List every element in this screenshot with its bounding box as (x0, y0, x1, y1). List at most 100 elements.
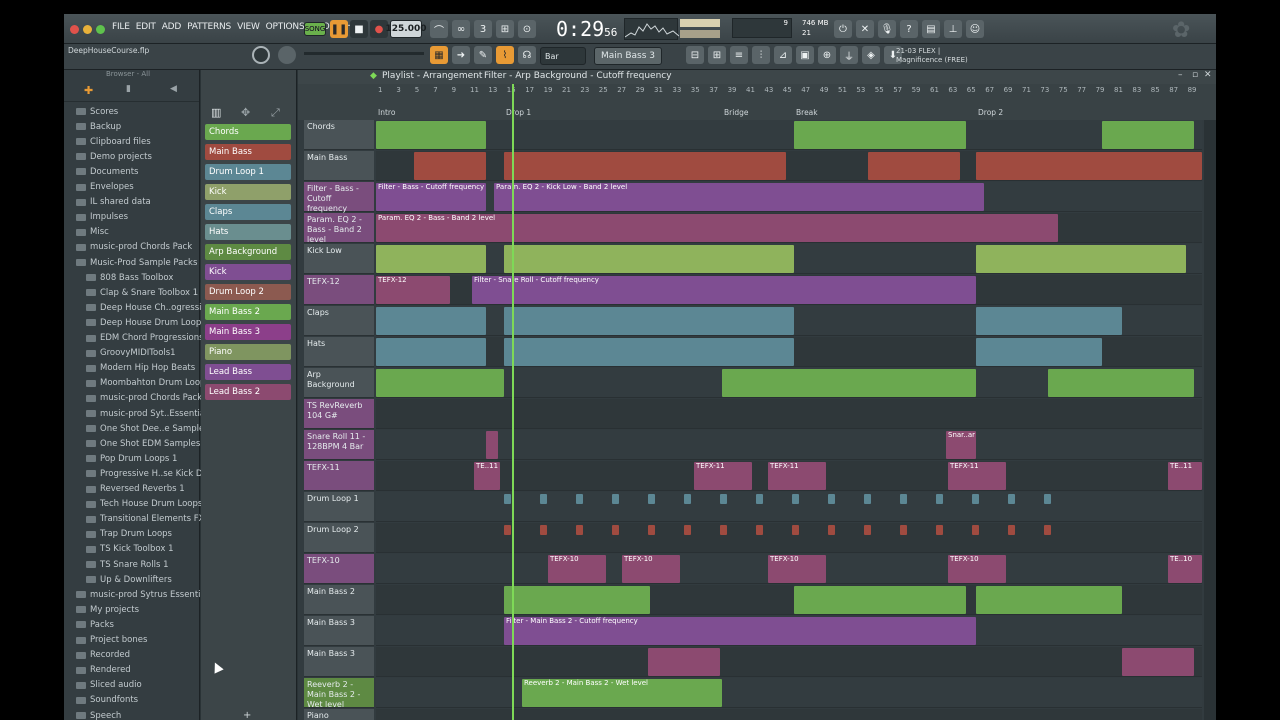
menu-file[interactable]: FILE (112, 22, 130, 32)
track-header[interactable]: Chords (304, 120, 374, 150)
plug-icon[interactable]: ⏚ (840, 46, 858, 64)
channel-button[interactable]: Lead Bass 2 (205, 384, 291, 400)
add-channel-icon[interactable]: + (243, 710, 251, 720)
browser-item[interactable]: Sliced audio (76, 678, 142, 693)
menu-edit[interactable]: EDIT (136, 22, 156, 32)
playlist-clip[interactable]: TE..11 (1168, 462, 1202, 490)
playlist-clip[interactable] (504, 152, 786, 180)
arrow-right-icon[interactable]: ➜ (452, 46, 470, 64)
playlist-clip[interactable] (868, 152, 960, 180)
track-header[interactable]: Reeverb 2 - Main Bass 2 - Wet level (304, 678, 374, 709)
channel-rack-icon[interactable]: ⊞ (708, 46, 726, 64)
channel-button[interactable]: Main Bass (205, 144, 291, 160)
song-mode-toggle[interactable]: SONG (304, 22, 326, 36)
playlist-clip[interactable] (936, 494, 943, 504)
browser-item[interactable]: music-prod Sytrus Essentials 1 (76, 587, 221, 602)
track-lane[interactable] (376, 492, 1202, 522)
playlist-clip[interactable] (720, 494, 727, 504)
playlist-clip[interactable] (504, 586, 650, 614)
playlist-clip[interactable] (756, 494, 763, 504)
master-pitch-knob[interactable] (278, 46, 296, 64)
browser-item[interactable]: music-prod Syt..Essentials 1 (86, 406, 220, 421)
track-lane[interactable] (376, 120, 1202, 150)
playlist-clip[interactable] (576, 494, 583, 504)
browser-item[interactable]: My projects (76, 602, 139, 617)
playlist-clip[interactable] (1044, 494, 1051, 504)
playlist-clip[interactable] (720, 525, 727, 535)
browser-item[interactable]: Pop Drum Loops 1 (86, 451, 177, 466)
track-header[interactable]: Param. EQ 2 - Bass - Band 2 level (304, 213, 374, 244)
automation-icon[interactable]: ⤢ (271, 106, 280, 120)
track-header[interactable]: Arp Background (304, 368, 374, 398)
playlist-clip[interactable] (936, 525, 943, 535)
playlist-clip[interactable] (576, 525, 583, 535)
track-header[interactable]: TEFX-11 (304, 461, 374, 491)
track-lane[interactable] (376, 647, 1202, 677)
browser-item[interactable]: TS Kick Toolbox 1 (86, 542, 174, 557)
playlist-clip[interactable]: Filter - Snare Roll - Cutoff frequency (472, 276, 976, 304)
channel-button[interactable]: Kick (205, 264, 291, 280)
draw-icon[interactable]: ✎ (474, 46, 492, 64)
playlist-clip[interactable] (612, 494, 619, 504)
track-header[interactable]: Main Bass (304, 151, 374, 181)
position-slider[interactable] (304, 52, 424, 55)
playlist-clip[interactable] (376, 338, 486, 366)
playlist-clip[interactable] (1122, 648, 1194, 676)
playlist-clip[interactable] (864, 525, 871, 535)
playlist-clip[interactable]: TEFX-10 (768, 555, 826, 583)
playlist-clip[interactable]: TEFX-10 (548, 555, 606, 583)
playlist-clip[interactable] (722, 369, 976, 397)
snap-select[interactable]: Bar (540, 47, 586, 65)
playlist-clip[interactable] (972, 494, 979, 504)
playlist-clip[interactable] (900, 494, 907, 504)
playlist-clip[interactable] (1048, 369, 1194, 397)
playlist-clip[interactable]: TEFX-11 (768, 462, 826, 490)
playlist-clip[interactable]: Filter - Bass - Cutoff frequency (376, 183, 486, 211)
playlist-clip[interactable] (540, 494, 547, 504)
countdown-icon[interactable]: 3 (474, 20, 492, 38)
track-header[interactable]: Drum Loop 1 (304, 492, 374, 522)
browser-item[interactable]: Tech House Drum Loops (86, 497, 202, 512)
playlist-clip[interactable] (540, 525, 547, 535)
playlist-clip[interactable] (794, 121, 966, 149)
channel-button[interactable]: Piano (205, 344, 291, 360)
playlist-clip[interactable] (1008, 494, 1015, 504)
playlist-clip[interactable] (756, 525, 763, 535)
vertical-scrollbar[interactable] (1204, 120, 1216, 720)
playlist-clip[interactable]: Param. EQ 2 - Bass - Band 2 level (376, 214, 1058, 242)
browser-item[interactable]: Music-Prod Sample Packs (76, 255, 197, 270)
browser-item[interactable]: Impulses (76, 210, 128, 225)
browser-item[interactable]: TS Snare Rolls 1 (86, 557, 169, 572)
track-header[interactable]: Main Bass 3 (304, 647, 374, 677)
playlist-clip[interactable] (828, 494, 835, 504)
browser-item[interactable]: Rendered (76, 663, 131, 678)
browser-item[interactable]: Trap Drum Loops (86, 527, 172, 542)
mixer-sliders-icon[interactable]: ⫶ (752, 46, 770, 64)
audio-icon[interactable]: ✥ (241, 106, 250, 119)
browser-item[interactable]: Speech (76, 708, 121, 720)
playlist-clip[interactable] (504, 494, 511, 504)
playlist-clip[interactable] (376, 121, 486, 149)
playlist-clip[interactable] (504, 525, 511, 535)
playlist-clip[interactable] (1102, 121, 1194, 149)
plugin-icon[interactable]: ⊕ (818, 46, 836, 64)
playlist-clip[interactable] (828, 525, 835, 535)
browser-item[interactable]: Clap & Snare Toolbox 1 (86, 285, 198, 300)
browser-item[interactable]: IL shared data (76, 195, 151, 210)
timeline-marker[interactable]: Break (796, 108, 818, 117)
browser-item[interactable]: Project bones (76, 633, 147, 648)
playlist-clip[interactable] (1008, 525, 1015, 535)
track-header[interactable]: Kick Low (304, 244, 374, 274)
playlist-clip[interactable]: Snar..ar (946, 431, 976, 459)
playlist-clip[interactable] (794, 586, 966, 614)
browser-item[interactable]: Moombahton Drum Loops (86, 376, 210, 391)
file-icon[interactable]: ▮ (126, 84, 131, 94)
browser-item[interactable]: Deep House Drum Loops (86, 315, 206, 330)
routing-icon[interactable]: ⊿ (774, 46, 792, 64)
track-header[interactable]: Piano (304, 709, 374, 720)
playlist-clip[interactable] (648, 525, 655, 535)
playlist-clip[interactable]: TE..10 (1168, 555, 1202, 583)
maximize-window-icon[interactable] (96, 25, 105, 34)
track-lane[interactable] (376, 709, 1202, 720)
timeline-marker[interactable]: Drop 1 (506, 108, 531, 117)
